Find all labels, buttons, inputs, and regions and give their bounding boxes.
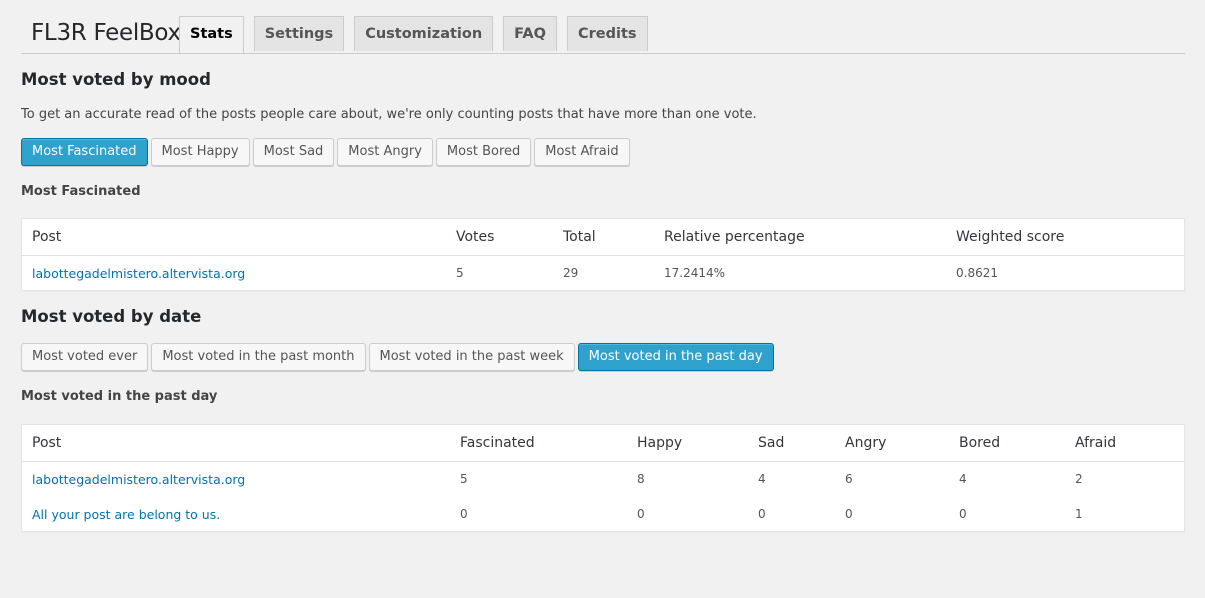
column-header-bored: Bored — [959, 435, 1001, 451]
sad-value: 4 — [758, 472, 766, 486]
post-link[interactable]: labottegadelmistero.altervista.org — [32, 266, 245, 281]
tab-credits[interactable]: Credits — [566, 16, 648, 51]
post-link[interactable]: All your post are belong to us. — [32, 507, 220, 522]
column-header-post: Post — [32, 435, 62, 451]
column-header-happy: Happy — [637, 435, 683, 451]
column-header-relative-percentage: Relative percentage — [664, 229, 805, 245]
weighted-score-value: 0.8621 — [956, 266, 998, 280]
column-header-angry: Angry — [845, 435, 887, 451]
bored-value: 0 — [959, 507, 967, 521]
mood-filter-buttons: Most Fascinated Most Happy Most Sad Most… — [21, 138, 633, 166]
tab-customization[interactable]: Customization — [354, 16, 494, 51]
table-row: labottegadelmistero.altervista.org 5 29 … — [22, 256, 1184, 291]
votes-value: 5 — [456, 266, 464, 280]
angry-value: 6 — [845, 472, 853, 486]
most-voted-past-day-button[interactable]: Most voted in the past day — [577, 343, 774, 371]
most-sad-button[interactable]: Most Sad — [252, 138, 335, 166]
table-row: All your post are belong to us. 0 0 0 0 … — [22, 497, 1184, 532]
date-section-heading: Most voted by date — [21, 307, 202, 326]
sad-value: 0 — [758, 507, 766, 521]
most-afraid-button[interactable]: Most Afraid — [534, 138, 630, 166]
mood-section-heading: Most voted by mood — [21, 70, 211, 89]
most-happy-button[interactable]: Most Happy — [150, 138, 250, 166]
date-table-subheading: Most voted in the past day — [21, 389, 218, 404]
relative-percentage-value: 17.2414% — [664, 266, 726, 280]
most-voted-ever-button[interactable]: Most voted ever — [21, 343, 149, 371]
fascinated-value: 0 — [460, 507, 468, 521]
happy-value: 0 — [637, 507, 645, 521]
afraid-value: 2 — [1075, 472, 1083, 486]
date-filter-buttons: Most voted ever Most voted in the past m… — [21, 343, 777, 371]
bored-value: 4 — [959, 472, 967, 486]
column-header-afraid: Afraid — [1075, 435, 1117, 451]
table-row: labottegadelmistero.altervista.org 5 8 4… — [22, 462, 1184, 497]
column-header-total: Total — [563, 229, 596, 245]
most-fascinated-button[interactable]: Most Fascinated — [21, 138, 148, 166]
most-voted-past-month-button[interactable]: Most voted in the past month — [151, 343, 366, 371]
angry-value: 0 — [845, 507, 853, 521]
column-header-sad: Sad — [758, 435, 785, 451]
tab-stats[interactable]: Stats — [179, 16, 244, 54]
total-value: 29 — [563, 266, 579, 280]
page-title: FL3R FeelBox — [31, 20, 181, 46]
table-header-row: Post Votes Total Relative percentage Wei… — [22, 219, 1184, 256]
mood-table-subheading: Most Fascinated — [21, 184, 141, 199]
tab-divider — [21, 53, 1185, 54]
stats-page: FL3R FeelBox Stats Settings Customizatio… — [0, 0, 1205, 598]
column-header-votes: Votes — [456, 229, 495, 245]
mood-stats-table: Post Votes Total Relative percentage Wei… — [21, 218, 1185, 291]
date-stats-table: Post Fascinated Happy Sad Angry Bored Af… — [21, 424, 1185, 532]
tab-settings[interactable]: Settings — [253, 16, 345, 51]
most-angry-button[interactable]: Most Angry — [337, 138, 433, 166]
most-bored-button[interactable]: Most Bored — [435, 138, 532, 166]
tab-faq[interactable]: FAQ — [503, 16, 557, 51]
post-link[interactable]: labottegadelmistero.altervista.org — [32, 472, 245, 487]
most-voted-past-week-button[interactable]: Most voted in the past week — [368, 343, 575, 371]
column-header-post: Post — [32, 229, 62, 245]
fascinated-value: 5 — [460, 472, 468, 486]
column-header-fascinated: Fascinated — [460, 435, 535, 451]
afraid-value: 1 — [1075, 507, 1083, 521]
happy-value: 8 — [637, 472, 645, 486]
table-header-row: Post Fascinated Happy Sad Angry Bored Af… — [22, 425, 1184, 462]
mood-section-description: To get an accurate read of the posts peo… — [21, 107, 757, 122]
tab-bar: Stats Settings Customization FAQ Credits — [179, 16, 658, 54]
column-header-weighted-score: Weighted score — [956, 229, 1065, 245]
